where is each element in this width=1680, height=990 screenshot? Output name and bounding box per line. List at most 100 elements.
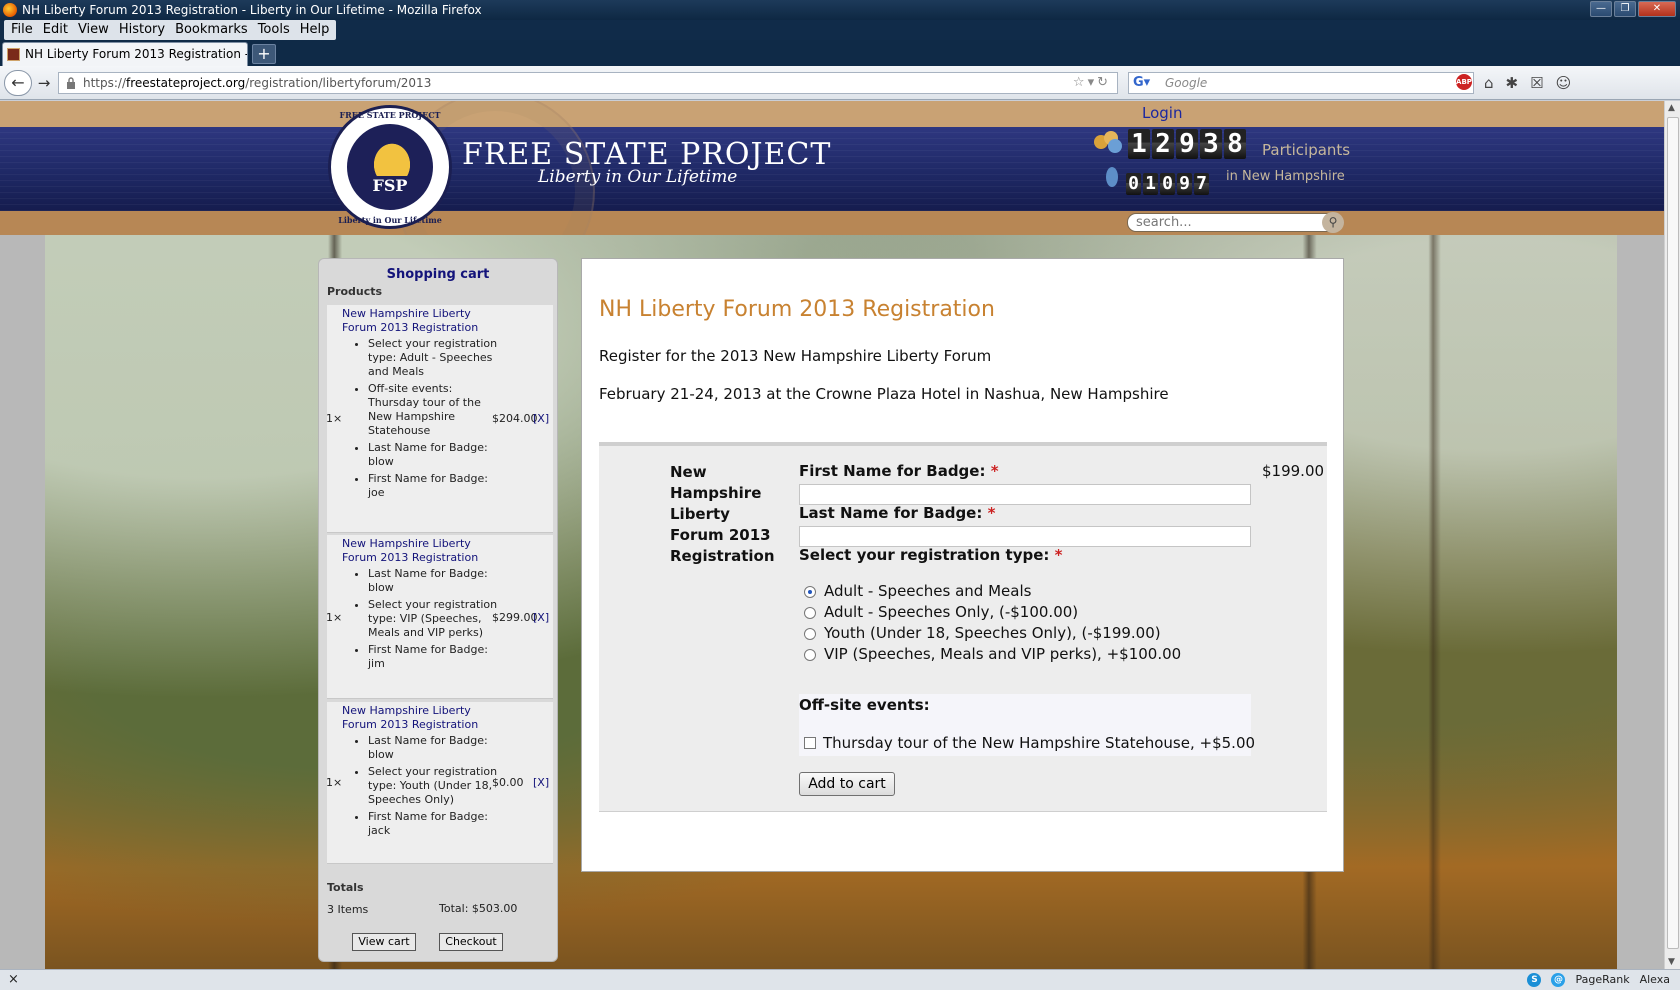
alexa-label[interactable]: Alexa <box>1640 970 1670 990</box>
page-scrollbar[interactable]: ▲ ▼ <box>1664 101 1680 969</box>
first-name-input[interactable] <box>799 484 1251 505</box>
radio-unselected[interactable] <box>804 607 816 619</box>
scroll-up-icon[interactable]: ▲ <box>1668 103 1675 113</box>
header-blue-band <box>0 127 1664 211</box>
web-page: Login FREE STATE PROJECT FSP Liberty in … <box>0 101 1664 969</box>
reg-option-label: Adult - Speeches and Meals <box>824 582 1032 600</box>
adblock-icon[interactable]: ABP <box>1456 74 1472 90</box>
cart-item-detail: Off-site events: Thursday tour of the Ne… <box>368 382 505 438</box>
menu-view[interactable]: View <box>73 20 114 40</box>
checkout-button[interactable]: Checkout <box>439 933 503 951</box>
last-name-label-text: Last Name for Badge: <box>799 504 983 522</box>
cart-item-details: Last Name for Badge: blow Select your re… <box>347 567 505 674</box>
in-nh-label[interactable]: in New Hampshire <box>1226 169 1345 184</box>
home-icon[interactable]: ⌂ <box>1484 74 1494 92</box>
back-button[interactable]: ← <box>4 70 32 96</box>
cart-item-detail: Select your registration type: Youth (Un… <box>368 765 505 807</box>
registration-form: New Hampshire Liberty Forum 2013 Registr… <box>599 442 1327 812</box>
counter-digit: 1 <box>1143 173 1158 195</box>
product-price: $199.00 <box>1262 462 1325 480</box>
event-details-text: February 21-24, 2013 at the Crowne Plaza… <box>599 385 1169 403</box>
required-mark: * <box>990 462 999 480</box>
header-top-band <box>0 101 1664 127</box>
toolbar-icons: ABP ⌂ ✱ ☒ ☺ <box>1456 74 1571 92</box>
reg-type-label-text: Select your registration type: <box>799 546 1050 564</box>
participants-label[interactable]: Participants <box>1262 141 1350 159</box>
url-path: /registration/libertyforum/2013 <box>245 76 432 90</box>
radio-unselected[interactable] <box>804 628 816 640</box>
site-search-input[interactable]: search... ⚲ <box>1127 212 1344 233</box>
logo-ring-bottom: Liberty in Our Lifetime <box>338 215 442 225</box>
scroll-down-icon[interactable]: ▼ <box>1668 957 1675 967</box>
people-icon <box>1094 131 1122 155</box>
radio-selected[interactable] <box>804 586 816 598</box>
addon-icon[interactable]: ✱ <box>1506 74 1519 92</box>
pagerank-label[interactable]: PageRank <box>1575 970 1629 990</box>
menu-history[interactable]: History <box>114 20 170 40</box>
cart-item-remove-button[interactable]: [X] <box>533 776 549 789</box>
statehouse-tour-label[interactable]: Thursday tour of the New Hampshire State… <box>823 734 1255 752</box>
statehouse-tour-checkbox[interactable] <box>804 737 816 749</box>
cart-item-detail: Last Name for Badge: blow <box>368 567 505 595</box>
cart-item-qty: 1× <box>326 776 343 789</box>
participants-counter: 1 2 9 3 8 <box>1128 129 1246 159</box>
product-name: New Hampshire Liberty Forum 2013 Registr… <box>670 463 775 565</box>
url-bar[interactable]: https://freestateproject.org/registratio… <box>58 72 1118 94</box>
counter-digit: 2 <box>1152 129 1174 159</box>
status-bar: × S @ PageRank Alexa <box>0 969 1680 990</box>
reg-option-label: VIP (Speeches, Meals and VIP perks), +$1… <box>824 645 1182 663</box>
menu-edit[interactable]: Edit <box>38 20 73 40</box>
menu-tools[interactable]: Tools <box>253 20 295 40</box>
cart-item-qty: 1× <box>326 611 343 624</box>
firefox-icon <box>3 3 17 17</box>
minimize-button[interactable]: — <box>1590 1 1612 17</box>
radio-unselected[interactable] <box>804 649 816 661</box>
site-search-icon[interactable]: ⚲ <box>1322 212 1344 233</box>
browser-search-input[interactable]: G▾ Google ⚲ <box>1128 72 1474 94</box>
add-to-cart-button[interactable]: Add to cart <box>799 772 895 796</box>
maximize-button[interactable]: ❐ <box>1614 1 1636 17</box>
menu-bookmarks[interactable]: Bookmarks <box>170 20 253 40</box>
logo-ring-top: FREE STATE PROJECT <box>339 110 441 120</box>
bookmark-star-icon[interactable]: ☆ <box>1073 75 1088 90</box>
url-host: freestateproject.org <box>126 76 246 90</box>
view-cart-button[interactable]: View cart <box>352 933 416 951</box>
url-prefix: https:// <box>83 76 127 90</box>
cart-item-price: $204.00 <box>492 412 538 425</box>
cart-item-remove-button[interactable]: [X] <box>533 412 549 425</box>
fsp-logo[interactable]: FREE STATE PROJECT FSP Liberty in Our Li… <box>328 105 452 229</box>
cart-item-detail: First Name for Badge: joe <box>368 472 505 500</box>
forward-button[interactable]: → <box>34 73 54 93</box>
counter-digit: 1 <box>1128 129 1150 159</box>
tab-active[interactable]: NH Liberty Forum 2013 Registration - Li.… <box>2 42 248 66</box>
registration-panel: NH Liberty Forum 2013 Registration Regis… <box>581 258 1344 872</box>
brand-tagline: Liberty in Our Lifetime <box>538 167 738 187</box>
scrollbar-thumb[interactable] <box>1667 117 1679 949</box>
login-link[interactable]: Login <box>1142 104 1182 122</box>
new-tab-button[interactable]: + <box>252 44 276 64</box>
counter-digit: 8 <box>1224 129 1246 159</box>
skype-icon[interactable]: S <box>1527 973 1542 987</box>
cart-item-price: $299.00 <box>492 611 538 624</box>
dropdown-icon[interactable]: ▾ <box>1088 75 1098 90</box>
lock-icon <box>67 77 75 89</box>
last-name-input[interactable] <box>799 526 1251 547</box>
cart-item-detail: First Name for Badge: jim <box>368 643 505 671</box>
cart-item-remove-button[interactable]: [X] <box>533 611 549 624</box>
greasemonkey-icon[interactable]: ☺ <box>1556 74 1572 92</box>
cart-item-name[interactable]: New Hampshire Liberty Forum 2013 Registr… <box>342 537 487 565</box>
cart-item: 1× New Hampshire Liberty Forum 2013 Regi… <box>326 305 553 533</box>
cart-item-detail: Last Name for Badge: blow <box>368 734 505 762</box>
reload-icon[interactable]: ↻ <box>1097 75 1111 90</box>
site-favicon-icon <box>7 48 20 61</box>
cart-item-name[interactable]: New Hampshire Liberty Forum 2013 Registr… <box>342 307 487 335</box>
menu-file[interactable]: File <box>6 20 38 40</box>
google-engine-icon[interactable]: G▾ <box>1133 76 1150 90</box>
close-window-button[interactable]: ✕ <box>1638 1 1676 17</box>
close-addon-bar-icon[interactable]: × <box>8 970 19 990</box>
menu-help[interactable]: Help <box>295 20 335 40</box>
noscript-icon[interactable]: ☒ <box>1530 74 1543 92</box>
forward-arrow-icon: → <box>37 74 51 92</box>
cart-item-name[interactable]: New Hampshire Liberty Forum 2013 Registr… <box>342 704 487 732</box>
at-icon[interactable]: @ <box>1551 973 1566 987</box>
